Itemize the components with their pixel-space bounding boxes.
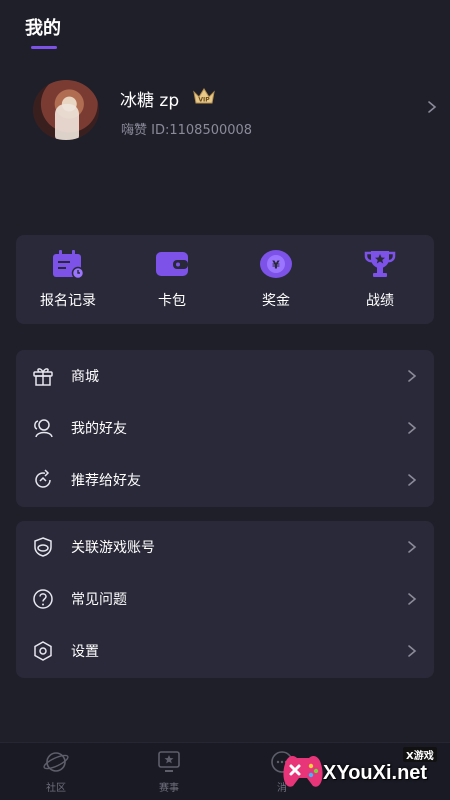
quick-action-signup-records[interactable]: 报名记录	[16, 235, 120, 324]
gift-icon	[33, 368, 53, 386]
menu-item-link-game-account[interactable]: 关联游戏账号	[16, 521, 434, 573]
question-icon	[33, 589, 53, 609]
vip-crown-icon: VIP	[193, 88, 215, 104]
quick-action-card-wallet[interactable]: 卡包	[120, 235, 224, 324]
menu-group-1: 商城 我的好友 推荐给好友	[16, 350, 434, 507]
gamepad-logo-icon	[283, 756, 323, 787]
menu-item-label: 商城	[71, 369, 99, 385]
quick-action-label: 卡包	[158, 293, 186, 309]
quick-action-record[interactable]: 战绩	[328, 235, 432, 324]
tab-label: 社区	[46, 783, 66, 794]
menu-item-label: 常见问题	[71, 592, 127, 608]
watermark-text: XYouXi.net	[323, 762, 428, 784]
calendar-icon	[53, 250, 85, 279]
profile-id: 嗨赞 ID:1108500008	[121, 123, 253, 138]
quick-action-label: 战绩	[366, 293, 394, 309]
quick-action-label: 奖金	[262, 293, 290, 309]
profile-name: 冰糖 zp	[120, 91, 180, 111]
menu-item-label: 设置	[71, 644, 99, 660]
menu-item-recommend[interactable]: 推荐给好友	[16, 454, 434, 506]
vip-badge-text: VIP	[198, 97, 210, 104]
menu-item-faq[interactable]: 常见问题	[16, 573, 434, 625]
wallet-icon	[156, 252, 188, 276]
tab-label: 赛事	[159, 783, 179, 794]
chevron-right-icon	[408, 593, 417, 605]
watermark-sub: X游戏	[403, 747, 437, 762]
chevron-right-icon	[408, 370, 417, 382]
quick-action-bonus[interactable]: ¥ 奖金	[224, 235, 328, 324]
menu-item-label: 我的好友	[71, 421, 127, 437]
page-title: 我的	[25, 18, 61, 39]
quick-actions-card: 报名记录 卡包 ¥ 奖金 战绩	[16, 235, 434, 324]
share-icon	[35, 469, 51, 488]
menu-item-label: 关联游戏账号	[71, 540, 155, 556]
chevron-right-icon	[408, 422, 417, 434]
link-game-icon	[34, 537, 52, 557]
menu-item-label: 推荐给好友	[71, 473, 141, 489]
menu-group-2: 关联游戏账号 常见问题 设置	[16, 521, 434, 678]
tab-community[interactable]: 社区	[26, 747, 86, 797]
settings-icon	[34, 641, 52, 661]
profile-section[interactable]: 冰糖 zp VIP 嗨赞 ID:1108500008	[0, 76, 450, 142]
chevron-right-icon	[408, 474, 417, 486]
trophy-tab-icon	[158, 751, 180, 772]
quick-action-label: 报名记录	[40, 293, 96, 309]
svg-text:¥: ¥	[272, 259, 280, 272]
tab-competition[interactable]: 赛事	[139, 747, 199, 797]
menu-item-settings[interactable]: 设置	[16, 625, 434, 677]
avatar[interactable]	[33, 80, 99, 140]
menu-item-shop[interactable]: 商城	[16, 350, 434, 402]
chevron-right-icon[interactable]	[425, 100, 439, 114]
friends-icon	[34, 419, 53, 438]
trophy-icon	[364, 251, 396, 277]
chevron-right-icon	[408, 541, 417, 553]
planet-icon	[43, 752, 69, 772]
title-underline	[31, 46, 57, 49]
chevron-right-icon	[408, 645, 417, 657]
watermark: X游戏 XYouXi.net	[275, 742, 450, 800]
menu-item-friends[interactable]: 我的好友	[16, 402, 434, 454]
yen-coin-icon: ¥	[260, 250, 292, 278]
